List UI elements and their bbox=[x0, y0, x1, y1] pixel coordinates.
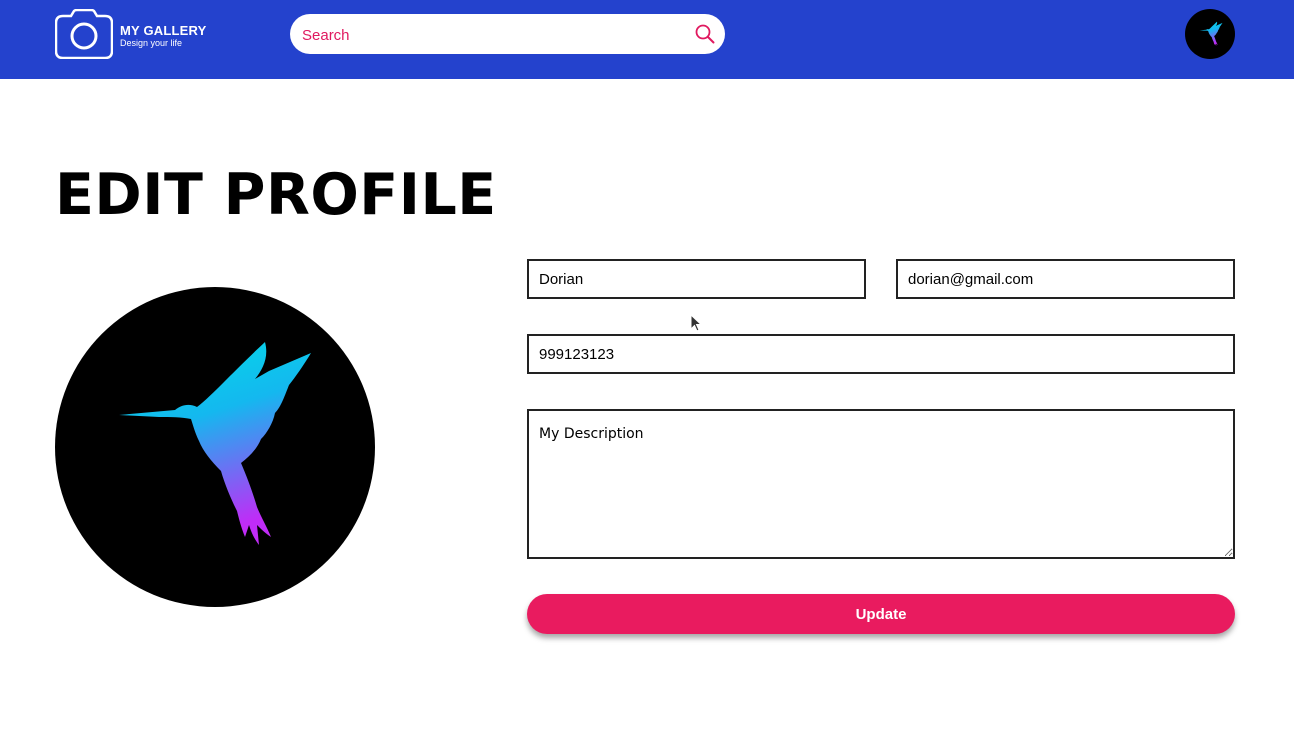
hummingbird-icon bbox=[1199, 21, 1223, 46]
page-title: EDIT PROFILE bbox=[55, 162, 497, 228]
user-avatar[interactable] bbox=[1185, 9, 1235, 59]
phone-field[interactable] bbox=[527, 334, 1235, 374]
search-icon[interactable] bbox=[694, 23, 716, 45]
mouse-cursor-icon bbox=[690, 314, 703, 332]
search-bar bbox=[290, 14, 725, 56]
name-field[interactable] bbox=[527, 259, 866, 299]
email-field[interactable] bbox=[896, 259, 1235, 299]
update-button[interactable]: Update bbox=[527, 594, 1235, 634]
hummingbird-icon bbox=[119, 342, 311, 545]
search-input[interactable] bbox=[300, 14, 684, 56]
camera-icon bbox=[55, 9, 113, 59]
app-logo[interactable]: MY GALLERY Design your life bbox=[55, 9, 215, 61]
top-navigation-bar: MY GALLERY Design your life bbox=[0, 0, 1294, 79]
profile-picture[interactable] bbox=[55, 287, 375, 607]
description-field[interactable]: My Description bbox=[527, 409, 1235, 559]
logo-tagline: Design your life bbox=[120, 38, 183, 48]
logo-title: MY GALLERY bbox=[120, 23, 207, 38]
